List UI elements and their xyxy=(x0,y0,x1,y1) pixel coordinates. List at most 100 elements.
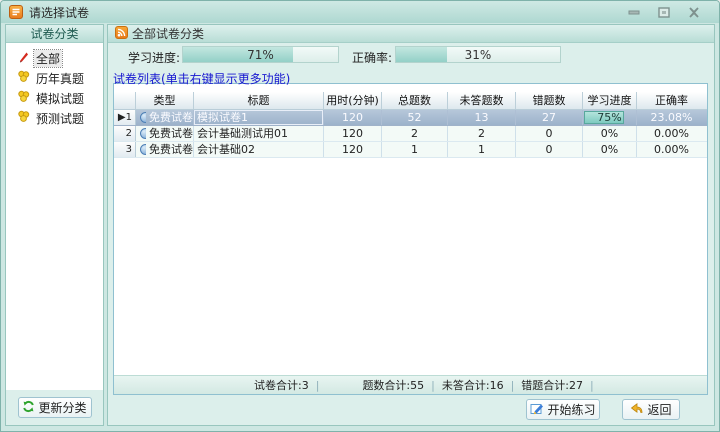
sidebar-item-all[interactable]: 全部 xyxy=(6,48,103,68)
wrong-count-cell: 27 xyxy=(516,110,583,125)
sidebar-item-past-papers[interactable]: 历年真题 xyxy=(6,68,103,88)
accuracy-cell: 0.00% xyxy=(637,126,706,141)
sidebar-header: 试卷分类 xyxy=(6,25,103,43)
main-body: 学习进度: 71% 正确率: 31% 试卷列表(单击右键显示更多功能) xyxy=(108,43,714,425)
paper-type-cell: 免费试卷 xyxy=(136,142,194,157)
category-clover-icon xyxy=(17,70,30,86)
summary-bar: 试卷合计:3 | 题数合计:55 | 未答合计:16 | 错题合计:27 | xyxy=(114,375,707,394)
accuracy-cell: 0.00% xyxy=(637,142,706,157)
refresh-icon xyxy=(22,400,35,416)
progress-cell: 0% xyxy=(583,142,637,157)
category-list: 全部 历年真题 模拟试题 xyxy=(6,43,103,390)
column-header-title[interactable]: 标题 xyxy=(194,92,324,109)
window-title: 请选择试卷 xyxy=(29,4,89,21)
column-header-progress[interactable]: 学习进度 xyxy=(583,92,637,109)
summary-divider: | xyxy=(590,379,594,392)
wrong-count-cell: 0 xyxy=(516,142,583,157)
back-arrow-icon xyxy=(630,402,644,417)
row-selector[interactable]: 3 xyxy=(114,142,136,157)
category-sidebar: 试卷分类 全部 历年真题 xyxy=(5,24,104,426)
paper-ball-icon xyxy=(140,144,146,155)
sidebar-item-label: 模拟试题 xyxy=(34,90,86,107)
column-header-accuracy[interactable]: 正确率 xyxy=(637,92,706,109)
unanswered-cell: 13 xyxy=(448,110,516,125)
main-header-title: 全部试卷分类 xyxy=(132,25,204,42)
duration-cell: 120 xyxy=(324,142,382,157)
total-questions-cell: 52 xyxy=(382,110,448,125)
select-paper-dialog: 请选择试卷 试卷分类 全部 xyxy=(0,0,720,432)
edit-pencil-icon xyxy=(530,402,544,418)
back-label: 返回 xyxy=(647,401,671,418)
column-header-type[interactable]: 类型 xyxy=(136,92,194,109)
total-unanswered-summary: 未答合计:16 xyxy=(442,377,504,393)
summary-divider: | xyxy=(316,379,320,392)
minimize-icon[interactable] xyxy=(627,6,641,18)
column-header-unanswered[interactable]: 未答题数 xyxy=(448,92,516,109)
category-clover-icon xyxy=(17,110,30,126)
app-icon xyxy=(9,5,23,19)
start-practice-button[interactable]: 开始练习 xyxy=(526,399,600,420)
table-row[interactable]: ▶1 免费试卷 模拟试卷1 120 52 13 27 xyxy=(114,110,707,126)
table-row[interactable]: 3 免费试卷 会计基础02 120 1 1 0 0% 0.00% xyxy=(114,142,707,158)
paper-ball-icon xyxy=(140,128,146,139)
column-header-duration[interactable]: 用时(分钟) xyxy=(324,92,382,109)
progress-cell: 0% xyxy=(583,126,637,141)
row-selector[interactable]: ▶1 xyxy=(114,110,136,125)
duration-cell: 120 xyxy=(324,126,382,141)
sidebar-item-mock-papers[interactable]: 模拟试题 xyxy=(6,88,103,108)
paper-list-title: 试卷列表(单击右键显示更多功能) xyxy=(113,70,290,87)
paper-list-groupbox: 类型 标题 用时(分钟) 总题数 未答题数 错题数 学习进度 正确率 ▶1 xyxy=(113,83,708,395)
table-header-row: 类型 标题 用时(分钟) 总题数 未答题数 错题数 学习进度 正确率 xyxy=(114,92,707,110)
column-header-total[interactable]: 总题数 xyxy=(382,92,448,109)
update-category-button[interactable]: 更新分类 xyxy=(18,397,92,418)
sidebar-item-predict-papers[interactable]: 预测试题 xyxy=(6,108,103,128)
red-pen-icon xyxy=(17,50,30,66)
maximize-icon[interactable] xyxy=(657,6,671,18)
start-practice-label: 开始练习 xyxy=(547,401,595,418)
update-category-label: 更新分类 xyxy=(38,399,86,416)
total-wrong-summary: 错题合计:27 xyxy=(521,377,583,393)
column-header-wrong[interactable]: 错题数 xyxy=(516,92,583,109)
paper-title-cell: 模拟试卷1 xyxy=(194,110,324,125)
sidebar-footer: 更新分类 xyxy=(6,390,103,425)
sidebar-item-label: 全部 xyxy=(34,50,62,67)
table-row[interactable]: 2 免费试卷 会计基础测试用01 120 2 2 0 0% 0.00% xyxy=(114,126,707,142)
paper-title-cell: 会计基础02 xyxy=(194,142,324,157)
total-questions-cell: 1 xyxy=(382,142,448,157)
row-selector-header xyxy=(114,92,136,109)
study-progress-value: 71% xyxy=(183,48,338,62)
accuracy-label: 正确率: xyxy=(352,49,392,66)
paper-type-cell: 免费试卷 xyxy=(136,110,194,125)
close-icon[interactable] xyxy=(687,6,701,18)
wrong-count-cell: 0 xyxy=(516,126,583,141)
unanswered-cell: 2 xyxy=(448,126,516,141)
current-row-marker-icon: ▶ xyxy=(118,112,126,123)
paper-title-cell: 会计基础测试用01 xyxy=(194,126,324,141)
sidebar-item-label: 预测试题 xyxy=(34,110,86,127)
total-questions-summary: 题数合计:55 xyxy=(362,377,424,393)
study-progress-label: 学习进度: xyxy=(128,49,180,66)
unanswered-cell: 1 xyxy=(448,142,516,157)
main-header: 全部试卷分类 xyxy=(108,25,714,43)
category-clover-icon xyxy=(17,90,30,106)
main-panel: 全部试卷分类 学习进度: 71% 正确率: 31% 试卷列表(单击右键显示更多功… xyxy=(107,24,715,426)
paper-ball-icon xyxy=(140,112,146,123)
progress-cell: 75% xyxy=(583,110,637,125)
total-papers-summary: 试卷合计:3 xyxy=(254,377,309,393)
row-selector[interactable]: 2 xyxy=(114,126,136,141)
titlebar[interactable]: 请选择试卷 xyxy=(1,1,719,23)
study-progress-bar: 71% xyxy=(182,46,339,63)
accuracy-value: 31% xyxy=(396,48,560,62)
paper-table: 类型 标题 用时(分钟) 总题数 未答题数 错题数 学习进度 正确率 ▶1 xyxy=(114,92,707,158)
window-controls xyxy=(627,6,701,18)
summary-divider: | xyxy=(431,379,435,392)
accuracy-bar: 31% xyxy=(395,46,561,63)
sidebar-item-label: 历年真题 xyxy=(34,70,86,87)
dialog-content: 试卷分类 全部 历年真题 xyxy=(5,24,715,426)
duration-cell: 120 xyxy=(324,110,382,125)
paper-type-cell: 免费试卷 xyxy=(136,126,194,141)
accuracy-cell: 23.08% xyxy=(637,110,706,125)
back-button[interactable]: 返回 xyxy=(622,399,680,420)
total-questions-cell: 2 xyxy=(382,126,448,141)
summary-divider: | xyxy=(511,379,515,392)
